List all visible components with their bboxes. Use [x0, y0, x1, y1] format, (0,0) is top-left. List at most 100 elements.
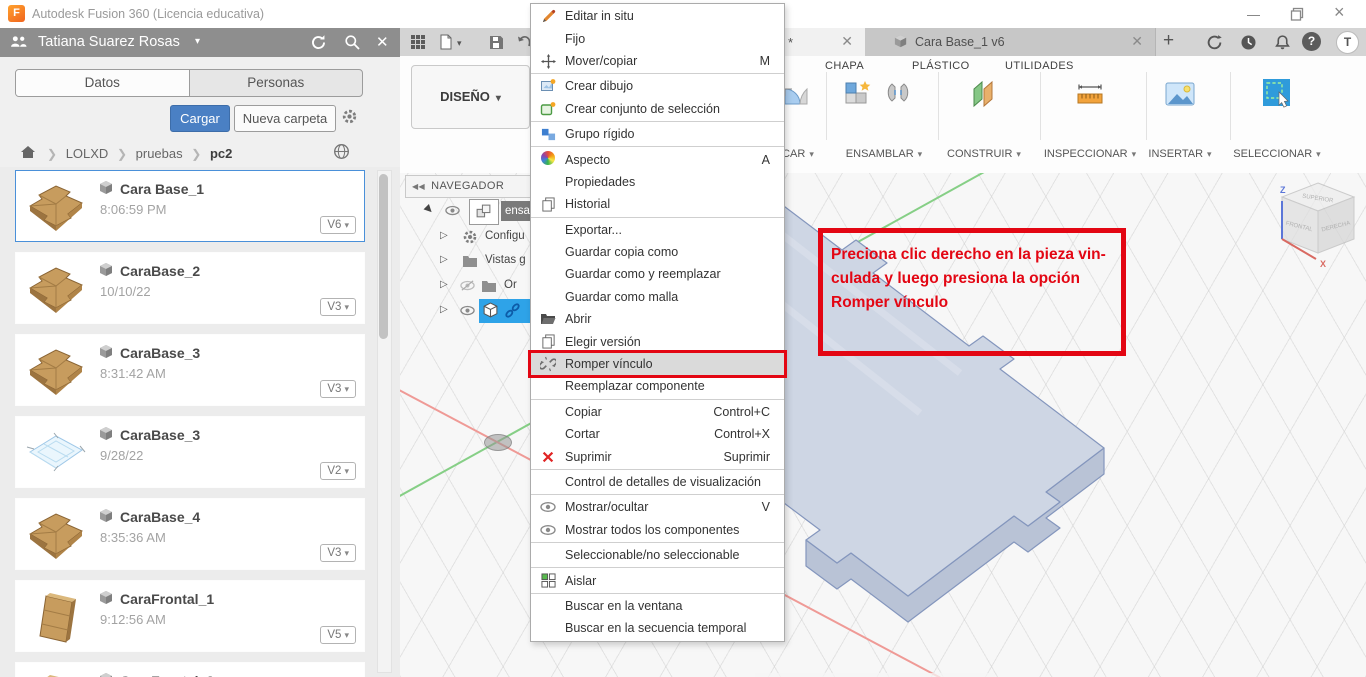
file-card[interactable]: CaraBase_3 8:31:42 AM V3	[15, 334, 365, 406]
construction-plane-icon[interactable]	[970, 80, 998, 108]
navigator-header[interactable]: ◀◀ NAVEGADOR	[405, 175, 531, 198]
breadcrumb-pc2[interactable]: pc2	[210, 146, 232, 161]
menu-item-fijo[interactable]: Fijo	[531, 27, 784, 49]
navigator-row-origin[interactable]: ▷ Or	[405, 276, 531, 298]
public-link-globe-icon[interactable]	[333, 143, 350, 160]
select-icon[interactable]	[1262, 78, 1292, 108]
menu-item-editar-in-situ[interactable]: Editar in situ	[531, 5, 784, 27]
menu-item-buscar-secuencia[interactable]: Buscar en la secuencia temporal	[531, 617, 784, 639]
version-dropdown[interactable]: V5	[320, 626, 356, 644]
file-card[interactable]: CaraFrontal_2	[15, 662, 365, 677]
expander-icon[interactable]: ▷	[440, 304, 448, 315]
insert-image-icon[interactable]	[1165, 80, 1195, 108]
ribbon-tab-utilidades[interactable]: UTILIDADES	[1005, 60, 1074, 72]
menu-item-reemplazar-componente[interactable]: Reemplazar componente	[531, 375, 784, 397]
workspace-selector[interactable]: DISEÑO	[411, 65, 530, 129]
document-tab-active[interactable]: * ✕	[783, 28, 866, 56]
scrollbar-thumb[interactable]	[379, 174, 388, 339]
expander-expanded-icon[interactable]: ▶	[422, 203, 435, 216]
breadcrumb-lolxd[interactable]: LOLXD	[66, 146, 109, 161]
search-icon[interactable]	[344, 34, 360, 50]
group-ensamblar[interactable]: ENSAMBLAR	[846, 148, 922, 160]
menu-item-seleccionable[interactable]: Seleccionable/no seleccionable	[531, 544, 784, 566]
menu-item-historial[interactable]: Historial	[531, 193, 784, 215]
new-component-icon[interactable]	[844, 80, 872, 108]
joint-icon[interactable]	[884, 80, 912, 108]
menu-item-abrir[interactable]: Abrir	[531, 308, 784, 330]
scrollbar-track[interactable]	[377, 170, 392, 673]
menu-item-suprimir[interactable]: Suprimir Suprimir	[531, 445, 784, 467]
new-folder-button[interactable]: Nueva carpeta	[234, 105, 336, 132]
expander-icon[interactable]: ▷	[440, 230, 448, 241]
user-dropdown-caret-icon[interactable]: ▾	[195, 36, 200, 47]
group-modificar[interactable]: CAR	[782, 148, 814, 160]
menu-item-grupo-rigido[interactable]: Grupo rígido	[531, 123, 784, 145]
app-grid-icon[interactable]	[410, 34, 426, 50]
file-menu-caret-icon[interactable]: ▾	[457, 38, 462, 49]
tab-personas[interactable]: Personas	[190, 70, 363, 96]
menu-item-control-detalles[interactable]: Control de detalles de visualización	[531, 471, 784, 493]
home-icon[interactable]	[20, 144, 36, 160]
ribbon-tab-chapa[interactable]: CHAPA	[825, 60, 864, 72]
menu-item-copiar[interactable]: Copiar Control+C	[531, 401, 784, 423]
menu-item-guardar-copia-como[interactable]: Guardar copia como	[531, 241, 784, 263]
eye-off-icon[interactable]	[460, 278, 475, 293]
menu-item-romper-vinculo[interactable]: Romper vínculo	[531, 352, 784, 376]
job-status-icon[interactable]	[1206, 34, 1223, 51]
menu-item-crear-dibujo[interactable]: Crear dibujo	[531, 75, 784, 97]
version-dropdown[interactable]: V3	[320, 380, 356, 398]
ribbon-tab-plastico[interactable]: PLÁSTICO	[912, 60, 970, 72]
version-dropdown[interactable]: V6	[320, 216, 356, 234]
menu-item-aspecto[interactable]: Aspecto A	[531, 148, 784, 170]
fillet-icon[interactable]	[782, 80, 810, 108]
menu-item-guardar-como-y-reemplazar[interactable]: Guardar como y reemplazar	[531, 263, 784, 285]
measure-icon[interactable]	[1076, 80, 1104, 108]
menu-item-crear-conjunto-seleccion[interactable]: Crear conjunto de selección	[531, 98, 784, 120]
eye-icon[interactable]	[460, 303, 475, 318]
file-menu-icon[interactable]	[438, 34, 454, 50]
file-card[interactable]: CaraBase_4 8:35:36 AM V3	[15, 498, 365, 570]
menu-item-propiedades[interactable]: Propiedades	[531, 171, 784, 193]
restore-button[interactable]	[1289, 6, 1305, 22]
view-cube[interactable]: SUPERIOR FRONTAL DERECHA Z X	[1272, 175, 1364, 275]
file-card[interactable]: CaraBase_3 9/28/22 V2	[15, 416, 365, 488]
expander-icon[interactable]: ▷	[440, 279, 448, 290]
group-inspeccionar[interactable]: INSPECCIONAR	[1044, 148, 1136, 160]
minimize-button[interactable]	[1247, 15, 1260, 16]
navigator-row-assembly[interactable]: ▶ ensa	[405, 199, 539, 225]
panel-close-icon[interactable]: ✕	[376, 33, 389, 51]
settings-gear-icon[interactable]	[341, 108, 358, 125]
menu-item-guardar-como-malla[interactable]: Guardar como malla	[531, 286, 784, 308]
file-card[interactable]: CaraBase_2 10/10/22 V3	[15, 252, 365, 324]
navigator-row-linked-component[interactable]: ▷	[405, 299, 535, 323]
version-dropdown[interactable]: V2	[320, 462, 356, 480]
group-construir[interactable]: CONSTRUIR	[947, 148, 1021, 160]
navigator-row-views[interactable]: ▷ Vistas g	[405, 251, 531, 273]
menu-item-exportar[interactable]: Exportar...	[531, 219, 784, 241]
document-tab-cara-base-1[interactable]: Cara Base_1 v6 ✕	[865, 28, 1156, 56]
menu-item-aislar[interactable]: Aislar	[531, 569, 784, 591]
menu-item-elegir-version[interactable]: Elegir versión	[531, 330, 784, 352]
tab-close-icon[interactable]: ✕	[841, 33, 853, 50]
tab-datos[interactable]: Datos	[16, 70, 190, 96]
tab-close-icon[interactable]: ✕	[1131, 33, 1143, 50]
notifications-bell-icon[interactable]	[1274, 34, 1291, 51]
file-card[interactable]: Cara Base_1 8:06:59 PM V6	[15, 170, 365, 242]
close-button[interactable]: ×	[1334, 3, 1345, 21]
file-card[interactable]: CaraFrontal_1 9:12:56 AM V5	[15, 580, 365, 652]
menu-item-mostrar-ocultar[interactable]: Mostrar/ocultar V	[531, 496, 784, 518]
version-dropdown[interactable]: V3	[320, 544, 356, 562]
menu-item-cortar[interactable]: Cortar Control+X	[531, 423, 784, 445]
menu-item-mostrar-todos[interactable]: Mostrar todos los componentes	[531, 519, 784, 541]
new-tab-button[interactable]: +	[1163, 30, 1174, 52]
group-insertar[interactable]: INSERTAR	[1148, 148, 1211, 160]
version-dropdown[interactable]: V3	[320, 298, 356, 316]
expander-icon[interactable]: ▷	[440, 254, 448, 265]
sync-icon[interactable]	[310, 34, 327, 51]
save-icon[interactable]	[488, 34, 504, 50]
breadcrumb-pruebas[interactable]: pruebas	[136, 146, 183, 161]
collapse-icon[interactable]: ◀◀	[412, 182, 425, 191]
group-seleccionar[interactable]: SELECCIONAR	[1233, 148, 1320, 160]
clock-icon[interactable]	[1240, 34, 1257, 51]
upload-button[interactable]: Cargar	[170, 105, 230, 132]
